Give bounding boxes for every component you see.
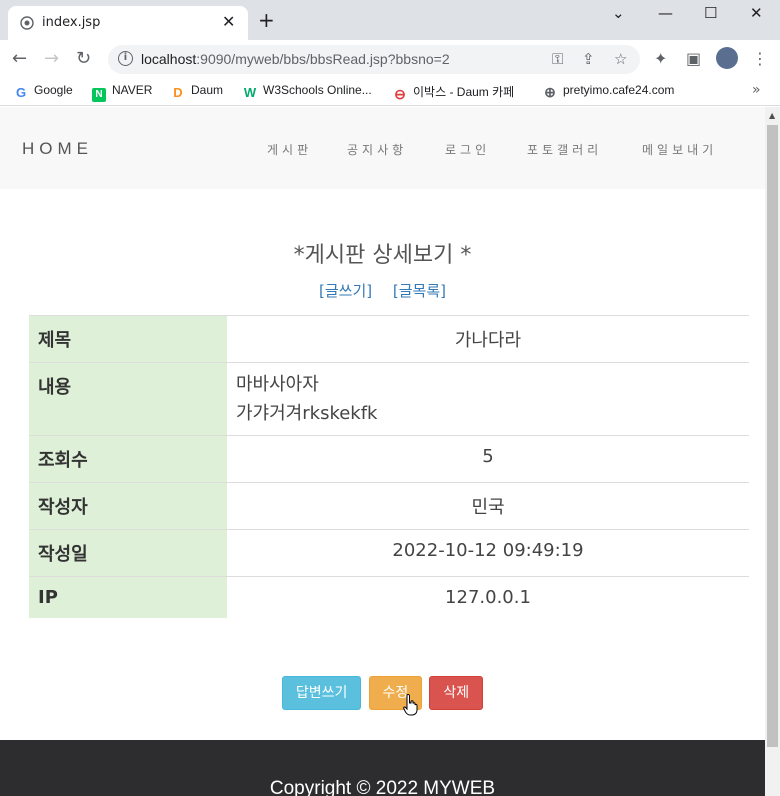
minimize-icon[interactable]: — xyxy=(658,4,673,22)
tab-search-icon[interactable]: ⌄ xyxy=(612,4,625,22)
site-navbar: HOME 게시판 공지사항 로그인 포토갤러리 메일보내기 xyxy=(0,107,765,189)
table-row: IP 127.0.0.1 xyxy=(29,576,749,618)
row-label: 작성자 xyxy=(29,482,227,530)
bookmark-daum[interactable]: D Daum xyxy=(171,83,223,100)
row-label: IP xyxy=(29,576,227,618)
brand-home-link[interactable]: HOME xyxy=(22,139,93,159)
nav-send-mail[interactable]: 메일보내기 xyxy=(642,141,717,158)
forward-icon[interactable]: → xyxy=(44,48,59,69)
new-tab-icon[interactable]: + xyxy=(258,10,275,30)
bookmark-label: W3Schools Online... xyxy=(263,83,372,97)
url-host: localhost xyxy=(141,51,197,67)
bookmark-label: 이박스 - Daum 카페 xyxy=(413,85,515,99)
bookmark-google[interactable]: G Google xyxy=(14,83,73,100)
bookmark-naver[interactable]: N NAVER xyxy=(92,83,152,102)
globe-icon xyxy=(20,16,34,30)
write-link[interactable]: [글쓰기] xyxy=(319,282,372,300)
bookmark-daum-cafe[interactable]: ⊖ 이박스 - Daum 카페 xyxy=(393,83,514,101)
page-title: *게시판 상세보기 * xyxy=(293,243,472,268)
page-viewport: HOME 게시판 공지사항 로그인 포토갤러리 메일보내기 *게시판 상세보기 … xyxy=(0,107,765,796)
row-label: 작성일 xyxy=(29,529,227,577)
w3schools-icon: W xyxy=(243,85,257,100)
views-value: 5 xyxy=(227,435,749,483)
table-row: 제목 가나다라 xyxy=(29,315,749,363)
tab-title: index.jsp xyxy=(42,15,101,30)
browser-tab[interactable]: index.jsp ✕ xyxy=(8,6,248,40)
title-value: 가나다라 xyxy=(227,315,749,363)
list-link[interactable]: [글목록] xyxy=(393,282,446,300)
menu-icon[interactable]: ⋮ xyxy=(752,49,768,68)
star-icon[interactable]: ☆ xyxy=(614,50,627,68)
content-line: 가갸거겨rkskekfk xyxy=(236,403,378,424)
side-panel-icon[interactable]: ▣ xyxy=(686,49,701,68)
hand-cursor-icon xyxy=(403,694,418,716)
profile-avatar[interactable] xyxy=(716,47,738,69)
bookmark-w3schools[interactable]: W W3Schools Online... xyxy=(243,83,372,100)
bookmark-pretyimo[interactable]: ⊕ pretyimo.cafe24.com xyxy=(543,83,674,99)
site-info-icon[interactable]: i xyxy=(118,51,133,66)
post-actions: [글쓰기] [글목록] xyxy=(0,280,765,301)
key-icon[interactable]: ⚿ xyxy=(552,50,563,68)
nav-login[interactable]: 로그인 xyxy=(445,141,490,158)
bookmark-label: Daum xyxy=(191,83,224,97)
url-path: :9090/myweb/bbs/bbsRead.jsp?bbsno=2 xyxy=(196,51,450,67)
browser-toolbar: ← → ↻ i localhost:9090/myweb/bbs/bbsRead… xyxy=(0,40,780,78)
site-footer: Copyright © 2022 MYWEB xyxy=(0,740,765,796)
nav-photo-gallery[interactable]: 포토갤러리 xyxy=(527,141,602,158)
table-row: 작성일 2022-10-12 09:49:19 xyxy=(29,529,749,577)
button-group: 답변쓰기 수정 삭제 xyxy=(0,676,765,710)
reply-button[interactable]: 답변쓰기 xyxy=(281,676,362,710)
maximize-icon[interactable]: ☐ xyxy=(704,4,717,22)
address-bar[interactable]: i localhost:9090/myweb/bbs/bbsRead.jsp?b… xyxy=(108,45,640,74)
naver-icon: N xyxy=(92,88,106,102)
nav-notice[interactable]: 공지사항 xyxy=(347,141,407,158)
vertical-scrollbar[interactable]: ▲ xyxy=(765,107,780,796)
url-text[interactable]: localhost:9090/myweb/bbs/bbsRead.jsp?bbs… xyxy=(141,51,450,67)
table-row: 작성자 민국 xyxy=(29,482,749,530)
daum-icon: D xyxy=(173,85,183,100)
bookmark-label: NAVER xyxy=(112,83,153,97)
ip-value: 127.0.0.1 xyxy=(227,576,749,618)
window-close-icon[interactable]: ✕ xyxy=(750,4,763,22)
bookmarks-bar: G Google N NAVER D Daum W W3Schools Online..… xyxy=(0,78,780,106)
bookmark-label: Google xyxy=(34,83,73,97)
row-label: 조회수 xyxy=(29,435,227,483)
back-icon[interactable]: ← xyxy=(12,48,27,69)
date-value: 2022-10-12 09:49:19 xyxy=(227,529,749,577)
google-icon: G xyxy=(15,85,27,100)
bookmark-label: pretyimo.cafe24.com xyxy=(563,83,675,97)
delete-button[interactable]: 삭제 xyxy=(429,676,484,710)
content-line: 마바사아자 xyxy=(236,374,319,395)
daum-cafe-icon: ⊖ xyxy=(394,86,406,102)
nav-board[interactable]: 게시판 xyxy=(267,141,312,158)
tab-close-icon[interactable]: ✕ xyxy=(222,12,235,31)
scrollbar-thumb[interactable] xyxy=(767,125,778,747)
more-bookmarks-icon[interactable]: » xyxy=(752,82,761,98)
table-row: 조회수 5 xyxy=(29,435,749,483)
extensions-icon[interactable]: ✦ xyxy=(654,49,667,68)
table-row: 내용 마바사아자 가갸거겨rkskekfk xyxy=(29,362,749,436)
share-icon[interactable]: ⇪ xyxy=(582,50,595,68)
tab-strip: index.jsp ✕ + ⌄ — ☐ ✕ xyxy=(0,0,780,40)
author-value: 민국 xyxy=(227,482,749,530)
globe-icon: ⊕ xyxy=(544,84,556,100)
scroll-up-icon[interactable]: ▲ xyxy=(769,111,775,120)
copyright-text: Copyright © 2022 MYWEB xyxy=(269,778,496,796)
post-detail-table: 제목 가나다라 내용 마바사아자 가갸거겨rkskekfk 조회수 5 작성자 … xyxy=(29,315,749,618)
reload-icon[interactable]: ↻ xyxy=(76,48,91,69)
row-label: 내용 xyxy=(29,362,227,436)
content-value: 마바사아자 가갸거겨rkskekfk xyxy=(227,362,749,436)
row-label: 제목 xyxy=(29,315,227,363)
